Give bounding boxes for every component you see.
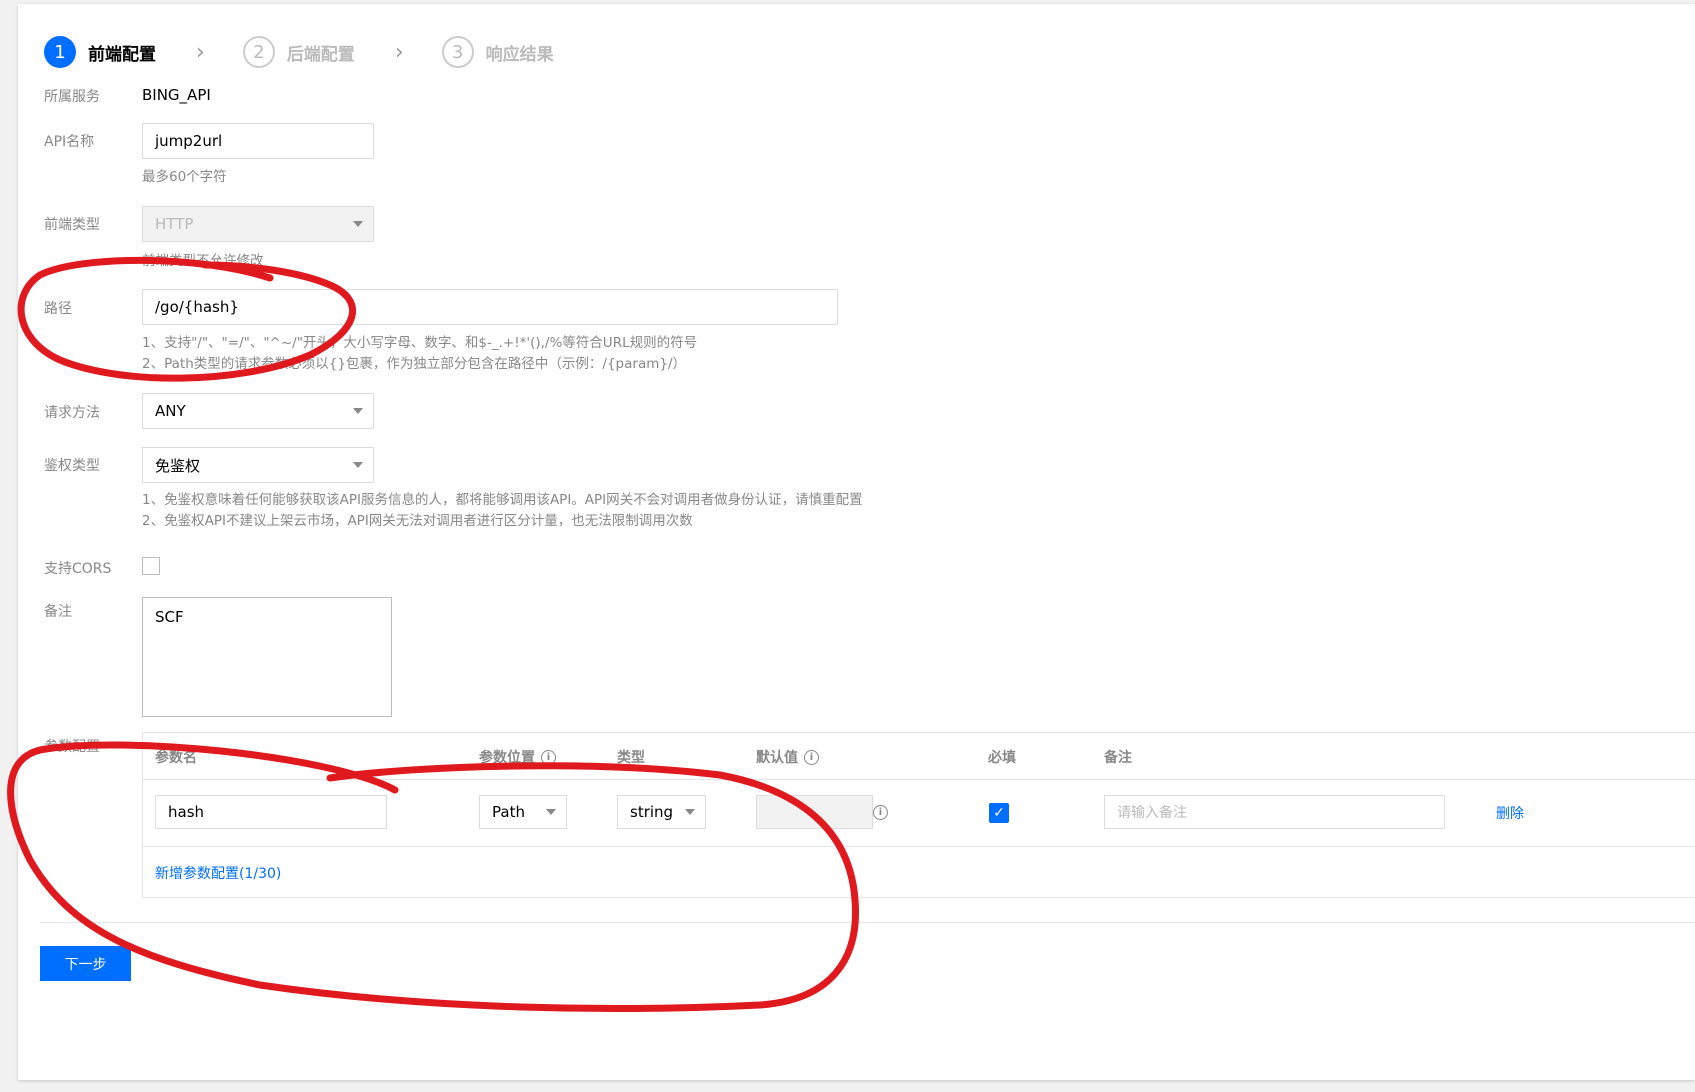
step-label-frontend: 前端配置 (88, 44, 156, 65)
remark-textarea[interactable]: SCF (142, 597, 392, 717)
path-label: 路径 (44, 301, 72, 317)
remark-label: 备注 (44, 604, 72, 620)
caret-down-icon (353, 221, 363, 227)
caret-down-icon (353, 462, 363, 468)
step-number-1: 1 (44, 36, 76, 68)
api-name-label: API名称 (44, 134, 95, 150)
frontend-type-select: HTTP (142, 206, 374, 242)
auth-select[interactable]: 免鉴权 (142, 447, 374, 483)
params-label: 参数配置 (44, 739, 100, 755)
auth-hint-2: 2、免鉴权API不建议上架云市场，API网关无法对调用者进行区分计量，也无法限制… (142, 513, 693, 529)
path-value: /go/{hash} (155, 298, 239, 316)
caret-down-icon (685, 809, 695, 815)
param-default-input[interactable] (756, 795, 873, 829)
cors-label: 支持CORS (44, 561, 112, 577)
frontend-type-hint: 前端类型不允许修改 (142, 253, 264, 269)
step-response[interactable]: 3 响应结果 (441, 36, 554, 68)
step-label-response: 响应结果 (485, 44, 554, 65)
param-type-select[interactable]: string (617, 795, 706, 829)
api-name-input[interactable]: jump2url (142, 123, 374, 159)
path-hint-1: 1、支持"/"、"=/"、"^~/"开头，大小写字母、数字、和$-_.+!*'(… (142, 335, 698, 351)
col-remark: 备注 (1104, 750, 1132, 766)
step-frontend[interactable]: 1 前端配置 (44, 36, 156, 68)
table-row: hash Path string i ✓ 请输入备注 删除 (143, 779, 1695, 847)
chevron-right-icon: › (394, 39, 404, 65)
delete-link[interactable]: 删除 (1496, 803, 1524, 823)
step-label-backend: 后端配置 (286, 44, 355, 65)
param-name-input[interactable]: hash (155, 795, 387, 829)
step-backend[interactable]: 2 后端配置 (242, 36, 355, 68)
params-table-header: 参数名 参数位置 i 类型 默认值 i 必填 备注 (143, 733, 1695, 780)
col-position: 参数位置 i (479, 747, 556, 767)
method-select[interactable]: ANY (142, 393, 374, 429)
method-value: ANY (155, 402, 186, 420)
col-name: 参数名 (155, 750, 197, 766)
step-indicator: 1 前端配置 › 2 后端配置 › 3 响应结果 (44, 32, 554, 72)
step-number-3: 3 (441, 36, 474, 68)
info-icon[interactable]: i (804, 749, 819, 765)
path-hint-2: 2、Path类型的请求参数必须以{}包裹，作为独立部分包含在路径中（示例：/{p… (142, 356, 687, 372)
col-type: 类型 (617, 750, 645, 766)
method-label: 请求方法 (44, 405, 100, 421)
chevron-right-icon: › (196, 39, 205, 65)
step-number-2: 2 (242, 36, 275, 68)
info-icon[interactable]: i (541, 749, 556, 765)
param-position-select[interactable]: Path (479, 795, 567, 829)
col-default: 默认值 i (756, 747, 819, 767)
api-name-value: jump2url (155, 132, 223, 150)
col-required: 必填 (988, 750, 1016, 766)
service-label: 所属服务 (44, 89, 100, 105)
frontend-type-label: 前端类型 (44, 217, 100, 233)
frontend-type-value: HTTP (155, 215, 194, 233)
remark-value: SCF (155, 608, 184, 626)
add-param-link[interactable]: 新增参数配置(1/30) (155, 863, 281, 883)
config-panel: 1 前端配置 › 2 后端配置 › 3 响应结果 所属服务 BING_API A… (18, 4, 1695, 1080)
auth-hint-1: 1、免鉴权意味着任何能够获取该API服务信息的人，都将能够调用该API。API网… (142, 492, 863, 508)
divider (40, 922, 1695, 923)
param-remark-input[interactable]: 请输入备注 (1104, 795, 1445, 829)
required-checkbox[interactable]: ✓ (989, 803, 1009, 823)
cors-checkbox[interactable] (142, 557, 160, 575)
caret-down-icon (546, 809, 556, 815)
next-button[interactable]: 下一步 (40, 946, 131, 981)
caret-down-icon (353, 408, 363, 414)
auth-value: 免鉴权 (155, 456, 201, 475)
api-name-hint: 最多60个字符 (142, 169, 227, 185)
info-icon[interactable]: i (873, 805, 888, 820)
auth-label: 鉴权类型 (44, 458, 100, 474)
params-table: 参数名 参数位置 i 类型 默认值 i 必填 备注 hash Path string… (142, 732, 1695, 898)
path-input[interactable]: /go/{hash} (142, 289, 838, 325)
service-value: BING_API (142, 86, 211, 104)
